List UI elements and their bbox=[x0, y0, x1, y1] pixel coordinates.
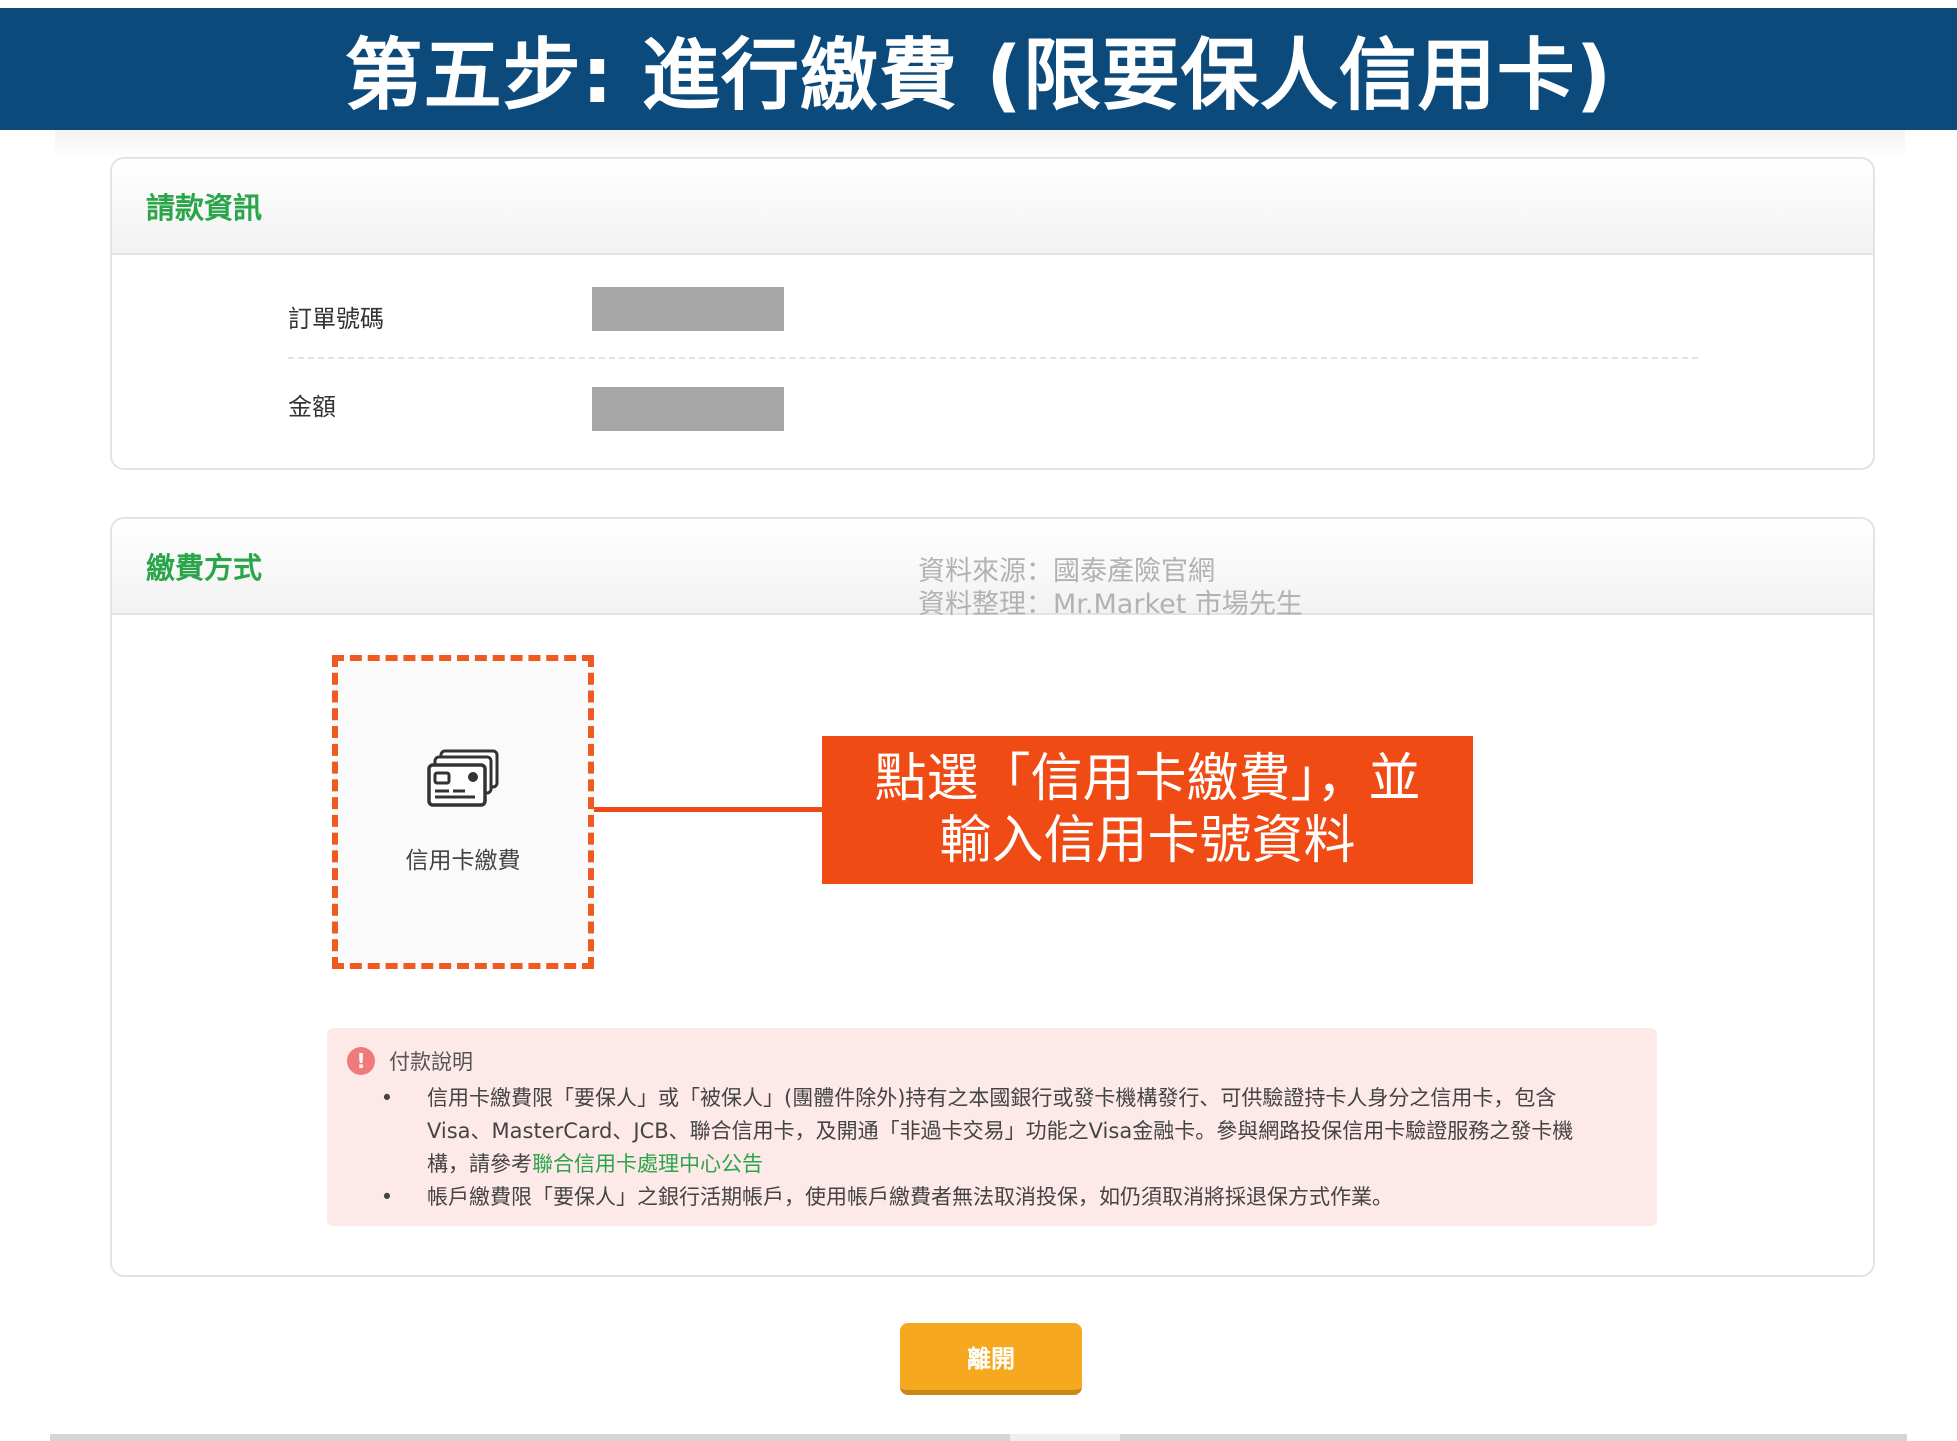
watermark-line-1: 資料來源：國泰產險官網 bbox=[918, 556, 1215, 587]
billing-info-header: 請款資訊 bbox=[112, 159, 1873, 255]
list-item: • 信用卡繳費限「要保人」或「被保人」(團體件除外)持有之本國銀行或發卡機構發行… bbox=[347, 1082, 1637, 1181]
card-center-announcement-link[interactable]: 聯合信用卡處理中心公告 bbox=[532, 1152, 763, 1176]
bottom-scrollbar[interactable] bbox=[50, 1434, 1907, 1441]
credit-card-payment-option[interactable]: 信用卡繳費 bbox=[332, 655, 594, 969]
payment-notice-title: 付款說明 bbox=[389, 1050, 473, 1074]
amount-value-redacted bbox=[592, 387, 784, 431]
credit-card-icon bbox=[425, 749, 501, 813]
page-top-shadow bbox=[55, 130, 1905, 160]
bullet-dot: • bbox=[380, 1086, 394, 1110]
order-number-label: 訂單號碼 bbox=[288, 305, 384, 333]
alert-icon: ! bbox=[347, 1047, 375, 1075]
list-item: • 帳戶繳費限「要保人」之銀行活期帳戶，使用帳戶繳費者無法取消投保，如仍須取消將… bbox=[347, 1181, 1637, 1214]
row-divider bbox=[288, 357, 1698, 359]
step-banner: 第五步: 進行繳費 (限要保人信用卡) bbox=[0, 8, 1957, 130]
banner-title: 第五步: 進行繳費 (限要保人信用卡) bbox=[344, 31, 1613, 121]
source-watermark: 資料來源：國泰產險官網 資料整理：Mr.Market 市場先生 bbox=[918, 555, 1303, 621]
credit-card-option-label: 信用卡繳費 bbox=[405, 848, 521, 874]
payment-notice-list: • 信用卡繳費限「要保人」或「被保人」(團體件除外)持有之本國銀行或發卡機構發行… bbox=[347, 1082, 1637, 1214]
leave-button[interactable]: 離開 bbox=[900, 1323, 1082, 1395]
billing-info-title: 請款資訊 bbox=[146, 191, 263, 225]
notice-bullet-text: 信用卡繳費限「要保人」或「被保人」(團體件除外)持有之本國銀行或發卡機構發行、可… bbox=[427, 1082, 1587, 1181]
scrollbar-thumb[interactable] bbox=[1010, 1434, 1120, 1441]
bullet-dot: • bbox=[380, 1185, 394, 1209]
instruction-callout: 點選「信用卡繳費」，並 輸入信用卡號資料 bbox=[822, 736, 1473, 884]
watermark-line-2: 資料整理：Mr.Market 市場先生 bbox=[918, 589, 1303, 620]
order-number-value-redacted bbox=[592, 287, 784, 331]
payment-method-title: 繳費方式 bbox=[146, 551, 263, 585]
amount-label: 金額 bbox=[288, 393, 336, 421]
callout-line-1: 點選「信用卡繳費」，並 bbox=[874, 749, 1421, 809]
billing-info-card: 請款資訊 訂單號碼 金額 bbox=[110, 157, 1875, 470]
callout-line-2: 輸入信用卡號資料 bbox=[939, 811, 1356, 871]
notice-bullet-2-text: 帳戶繳費限「要保人」之銀行活期帳戶，使用帳戶繳費者無法取消投保，如仍須取消將採退… bbox=[427, 1185, 1393, 1209]
callout-connector-line bbox=[594, 807, 824, 812]
payment-notice: ! 付款說明 • 信用卡繳費限「要保人」或「被保人」(團體件除外)持有之本國銀行… bbox=[327, 1028, 1657, 1226]
payment-notice-header: ! 付款說明 bbox=[347, 1046, 1637, 1076]
